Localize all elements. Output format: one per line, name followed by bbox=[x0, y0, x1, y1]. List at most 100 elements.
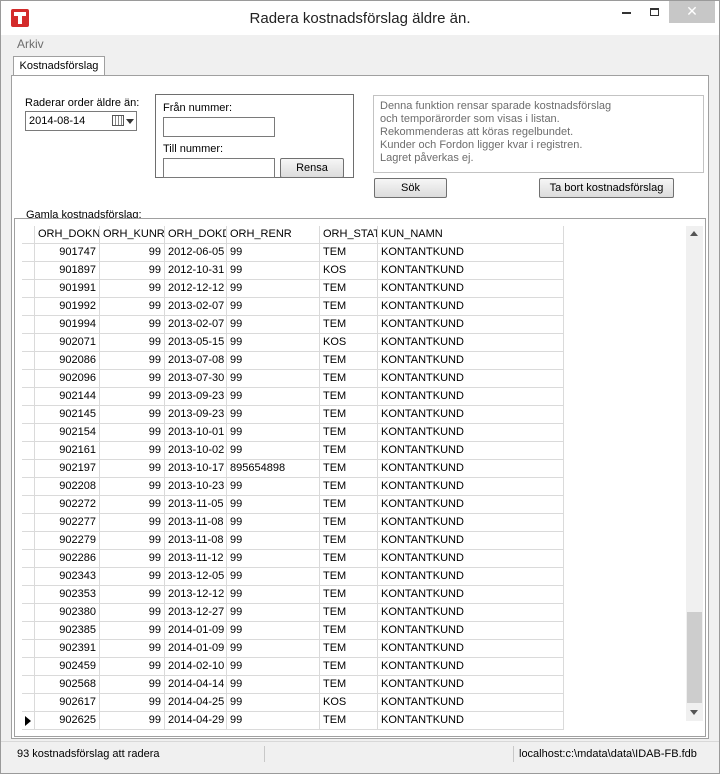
row-selector[interactable] bbox=[22, 424, 35, 442]
cell-customer-number[interactable]: 99 bbox=[100, 514, 165, 532]
cell-customer-number[interactable]: 99 bbox=[100, 316, 165, 334]
cell-reg-number[interactable]: 99 bbox=[227, 262, 320, 280]
cell-doc-date[interactable]: 2013-09-23 bbox=[165, 388, 227, 406]
cell-reg-number[interactable]: 99 bbox=[227, 370, 320, 388]
column-header-reg-number[interactable]: ORH_RENR bbox=[227, 226, 320, 244]
cell-customer-name[interactable]: KONTANTKUND bbox=[378, 352, 564, 370]
cell-reg-number[interactable]: 99 bbox=[227, 694, 320, 712]
cell-doc-number[interactable]: 902617 bbox=[35, 694, 100, 712]
table-row[interactable]: 902208 99 2013-10-23 99 TEM KONTANTKUND bbox=[22, 478, 564, 496]
row-selector[interactable] bbox=[22, 334, 35, 352]
cell-doc-number[interactable]: 902568 bbox=[35, 676, 100, 694]
cell-customer-name[interactable]: KONTANTKUND bbox=[378, 586, 564, 604]
cell-doc-number[interactable]: 901994 bbox=[35, 316, 100, 334]
menu-arkiv[interactable]: Arkiv bbox=[17, 37, 44, 51]
table-row[interactable]: 901897 99 2012-10-31 99 KOS KONTANTKUND bbox=[22, 262, 564, 280]
row-selector[interactable] bbox=[22, 370, 35, 388]
row-selector[interactable] bbox=[22, 568, 35, 586]
cell-customer-name[interactable]: KONTANTKUND bbox=[378, 496, 564, 514]
cell-customer-number[interactable]: 99 bbox=[100, 262, 165, 280]
cell-status[interactable]: TEM bbox=[320, 370, 378, 388]
tab-kostnadsforslag[interactable]: Kostnadsförslag bbox=[13, 56, 105, 76]
cell-customer-name[interactable]: KONTANTKUND bbox=[378, 388, 564, 406]
cell-customer-number[interactable]: 99 bbox=[100, 640, 165, 658]
cell-doc-number[interactable]: 902625 bbox=[35, 712, 100, 730]
cell-customer-name[interactable]: KONTANTKUND bbox=[378, 334, 564, 352]
table-row[interactable]: 902154 99 2013-10-01 99 TEM KONTANTKUND bbox=[22, 424, 564, 442]
cell-customer-name[interactable]: KONTANTKUND bbox=[378, 694, 564, 712]
cell-doc-date[interactable]: 2012-10-31 bbox=[165, 262, 227, 280]
cell-reg-number[interactable]: 99 bbox=[227, 550, 320, 568]
cell-status[interactable]: TEM bbox=[320, 460, 378, 478]
table-row[interactable]: 902071 99 2013-05-15 99 KOS KONTANTKUND bbox=[22, 334, 564, 352]
cell-doc-date[interactable]: 2013-11-05 bbox=[165, 496, 227, 514]
cell-status[interactable]: TEM bbox=[320, 586, 378, 604]
table-row[interactable]: 902286 99 2013-11-12 99 TEM KONTANTKUND bbox=[22, 550, 564, 568]
row-selector[interactable] bbox=[22, 532, 35, 550]
cell-customer-number[interactable]: 99 bbox=[100, 586, 165, 604]
row-selector[interactable] bbox=[22, 658, 35, 676]
column-header-customer-number[interactable]: ORH_KUNR bbox=[100, 226, 165, 244]
cell-reg-number[interactable]: 99 bbox=[227, 532, 320, 550]
cell-reg-number[interactable]: 99 bbox=[227, 568, 320, 586]
cell-status[interactable]: TEM bbox=[320, 442, 378, 460]
row-selector[interactable] bbox=[22, 352, 35, 370]
date-picker[interactable]: 2014-08-14 bbox=[25, 111, 137, 131]
cell-customer-name[interactable]: KONTANTKUND bbox=[378, 568, 564, 586]
cell-status[interactable]: TEM bbox=[320, 244, 378, 262]
cell-customer-name[interactable]: KONTANTKUND bbox=[378, 316, 564, 334]
cell-customer-name[interactable]: KONTANTKUND bbox=[378, 604, 564, 622]
cell-doc-date[interactable]: 2012-06-05 bbox=[165, 244, 227, 262]
table-row[interactable]: 902617 99 2014-04-25 99 KOS KONTANTKUND bbox=[22, 694, 564, 712]
cell-doc-number[interactable]: 902353 bbox=[35, 586, 100, 604]
cell-doc-number[interactable]: 902459 bbox=[35, 658, 100, 676]
cell-customer-name[interactable]: KONTANTKUND bbox=[378, 442, 564, 460]
cell-doc-date[interactable]: 2013-07-30 bbox=[165, 370, 227, 388]
table-row[interactable]: 902277 99 2013-11-08 99 TEM KONTANTKUND bbox=[22, 514, 564, 532]
table-row[interactable]: 902144 99 2013-09-23 99 TEM KONTANTKUND bbox=[22, 388, 564, 406]
cell-customer-number[interactable]: 99 bbox=[100, 244, 165, 262]
clear-button[interactable]: Rensa bbox=[280, 158, 344, 178]
table-row[interactable]: 902161 99 2013-10-02 99 TEM KONTANTKUND bbox=[22, 442, 564, 460]
cell-customer-name[interactable]: KONTANTKUND bbox=[378, 262, 564, 280]
row-selector[interactable] bbox=[22, 244, 35, 262]
to-number-input[interactable] bbox=[163, 158, 275, 178]
cell-doc-number[interactable]: 902071 bbox=[35, 334, 100, 352]
table-row[interactable]: 902568 99 2014-04-14 99 TEM KONTANTKUND bbox=[22, 676, 564, 694]
table-row[interactable]: 902625 99 2014-04-29 99 TEM KONTANTKUND bbox=[22, 712, 564, 730]
row-selector[interactable] bbox=[22, 712, 35, 730]
cell-status[interactable]: TEM bbox=[320, 352, 378, 370]
row-selector[interactable] bbox=[22, 262, 35, 280]
row-selector[interactable] bbox=[22, 280, 35, 298]
minimize-button[interactable] bbox=[613, 1, 639, 23]
cell-status[interactable]: KOS bbox=[320, 334, 378, 352]
table-row[interactable]: 902272 99 2013-11-05 99 TEM KONTANTKUND bbox=[22, 496, 564, 514]
cell-status[interactable]: TEM bbox=[320, 406, 378, 424]
cell-reg-number[interactable]: 99 bbox=[227, 622, 320, 640]
cell-doc-number[interactable]: 902154 bbox=[35, 424, 100, 442]
cell-customer-number[interactable]: 99 bbox=[100, 622, 165, 640]
cell-status[interactable]: TEM bbox=[320, 604, 378, 622]
table-row[interactable]: 902353 99 2013-12-12 99 TEM KONTANTKUND bbox=[22, 586, 564, 604]
cell-doc-date[interactable]: 2013-02-07 bbox=[165, 316, 227, 334]
cell-customer-number[interactable]: 99 bbox=[100, 298, 165, 316]
cell-customer-number[interactable]: 99 bbox=[100, 496, 165, 514]
row-selector[interactable] bbox=[22, 496, 35, 514]
cell-reg-number[interactable]: 99 bbox=[227, 424, 320, 442]
cell-doc-number[interactable]: 902277 bbox=[35, 514, 100, 532]
cell-reg-number[interactable]: 99 bbox=[227, 316, 320, 334]
table-row[interactable]: 902391 99 2014-01-09 99 TEM KONTANTKUND bbox=[22, 640, 564, 658]
cell-doc-number[interactable]: 902144 bbox=[35, 388, 100, 406]
cell-customer-number[interactable]: 99 bbox=[100, 442, 165, 460]
cell-customer-name[interactable]: KONTANTKUND bbox=[378, 280, 564, 298]
column-header-status[interactable]: ORH_STAT bbox=[320, 226, 378, 244]
cell-doc-date[interactable]: 2013-10-17 bbox=[165, 460, 227, 478]
cell-doc-date[interactable]: 2013-11-12 bbox=[165, 550, 227, 568]
cell-status[interactable]: TEM bbox=[320, 280, 378, 298]
cell-doc-date[interactable]: 2014-02-10 bbox=[165, 658, 227, 676]
cell-doc-number[interactable]: 902286 bbox=[35, 550, 100, 568]
cell-doc-date[interactable]: 2013-02-07 bbox=[165, 298, 227, 316]
cell-customer-name[interactable]: KONTANTKUND bbox=[378, 298, 564, 316]
cell-customer-number[interactable]: 99 bbox=[100, 478, 165, 496]
cell-reg-number[interactable]: 99 bbox=[227, 712, 320, 730]
